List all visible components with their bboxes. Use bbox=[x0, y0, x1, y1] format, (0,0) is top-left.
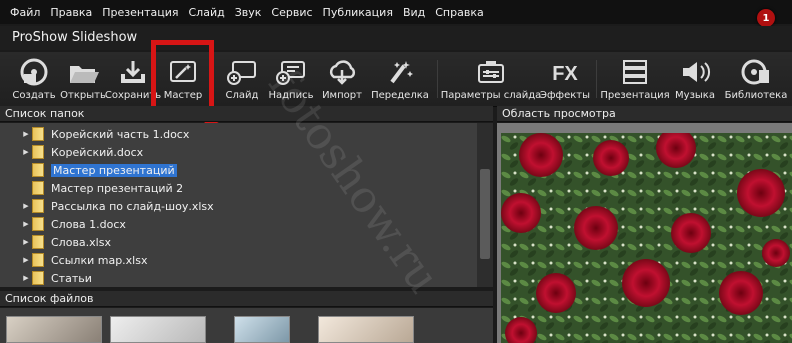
library-button[interactable]: Библиотека bbox=[724, 52, 788, 106]
music-button[interactable]: Музыка bbox=[672, 52, 718, 106]
menu-file[interactable]: Файл bbox=[0, 6, 45, 19]
speaker-icon bbox=[683, 62, 711, 82]
slide-options-icon bbox=[478, 61, 504, 83]
app-title: ProShow Slideshow bbox=[12, 30, 138, 45]
add-slide-icon bbox=[227, 61, 256, 85]
fx-icon: FX bbox=[552, 63, 578, 85]
create-button[interactable]: Создать bbox=[10, 52, 58, 106]
menu-help[interactable]: Справка bbox=[430, 6, 488, 19]
save-icon bbox=[121, 61, 145, 83]
cloud-download-icon bbox=[329, 60, 356, 85]
slide-button[interactable]: Слайд bbox=[220, 52, 264, 106]
slide-options-button[interactable]: Параметры слайда bbox=[440, 52, 542, 106]
folder-item[interactable]: Мастер презентаций 2 bbox=[0, 179, 477, 197]
slide-options-label: Параметры слайда bbox=[440, 90, 542, 101]
folder-icon bbox=[32, 127, 44, 141]
menu-service[interactable]: Сервис bbox=[266, 6, 317, 19]
expand-arrow-icon[interactable]: ▶ bbox=[20, 238, 32, 246]
folders-header: Список папок bbox=[0, 106, 493, 122]
library-label: Библиотека bbox=[724, 90, 788, 101]
expand-arrow-icon[interactable]: ▶ bbox=[20, 256, 32, 264]
menu-publish[interactable]: Публикация bbox=[318, 6, 398, 19]
toolbar: Создать Открыть Сохранить Мастер Слайд Н… bbox=[0, 52, 792, 107]
menu-slide[interactable]: Слайд bbox=[184, 6, 230, 19]
folder-icon bbox=[32, 199, 44, 213]
remake-label: Переделка bbox=[371, 90, 429, 101]
menu-bar: Файл Правка Презентация Слайд Звук Серви… bbox=[0, 0, 792, 24]
toolbar-divider bbox=[437, 60, 438, 98]
slide-label: Слайд bbox=[225, 90, 259, 101]
library-icon bbox=[741, 59, 769, 85]
roses-image bbox=[501, 133, 792, 343]
file-list bbox=[0, 308, 493, 343]
folder-icon bbox=[32, 271, 44, 285]
expand-arrow-icon[interactable]: ▶ bbox=[20, 148, 32, 156]
svg-text:FX: FX bbox=[552, 63, 578, 85]
preview-header: Область просмотра bbox=[497, 106, 792, 122]
file-thumbnail[interactable] bbox=[110, 316, 206, 343]
folder-open-icon bbox=[70, 66, 99, 83]
folder-item[interactable]: ▶ Корейский.docx bbox=[0, 143, 477, 161]
scrollbar-thumb[interactable] bbox=[480, 169, 490, 259]
file-thumbnail[interactable] bbox=[234, 316, 290, 343]
folder-item[interactable]: Мастер презентаций bbox=[0, 161, 477, 179]
folder-item[interactable]: ▶ Корейский часть 1.docx bbox=[0, 125, 477, 143]
file-thumbnail[interactable] bbox=[6, 316, 102, 343]
menu-presentation[interactable]: Презентация bbox=[97, 6, 183, 19]
remake-button[interactable]: Переделка bbox=[370, 52, 430, 106]
folder-scrollbar[interactable] bbox=[477, 123, 493, 287]
create-icon bbox=[20, 58, 48, 86]
menu-sound[interactable]: Звук bbox=[230, 6, 267, 19]
title-bar: ProShow Slideshow bbox=[0, 26, 792, 50]
expand-arrow-icon[interactable]: ▶ bbox=[20, 202, 32, 210]
folder-icon bbox=[32, 217, 44, 231]
menu-edit[interactable]: Правка bbox=[45, 6, 97, 19]
magic-wand-icon bbox=[390, 61, 413, 84]
toolbar-divider bbox=[596, 60, 597, 98]
presentation-label: Презентация bbox=[600, 90, 670, 101]
preview-image bbox=[501, 133, 792, 343]
expand-arrow-icon[interactable]: ▶ bbox=[20, 130, 32, 138]
presentation-icon bbox=[623, 60, 647, 84]
file-thumbnail[interactable] bbox=[318, 316, 414, 343]
folder-icon bbox=[32, 163, 44, 177]
menu-view[interactable]: Вид bbox=[398, 6, 430, 19]
folder-icon bbox=[32, 145, 44, 159]
create-label: Создать bbox=[12, 90, 56, 101]
effects-label: Эффекты bbox=[540, 90, 590, 101]
presentation-button[interactable]: Презентация bbox=[600, 52, 670, 106]
wizard-highlight-box bbox=[151, 40, 214, 113]
notification-badge[interactable]: 1 bbox=[757, 9, 775, 27]
effects-button[interactable]: FX Эффекты bbox=[540, 52, 590, 106]
open-label: Открыть bbox=[60, 90, 106, 101]
music-label: Музыка bbox=[675, 90, 715, 101]
expand-arrow-icon[interactable]: ▶ bbox=[20, 274, 32, 282]
folder-icon bbox=[32, 181, 44, 195]
expand-arrow-icon[interactable]: ▶ bbox=[20, 220, 32, 228]
folder-icon bbox=[32, 253, 44, 267]
folder-icon bbox=[32, 235, 44, 249]
open-button[interactable]: Открыть bbox=[58, 52, 108, 106]
